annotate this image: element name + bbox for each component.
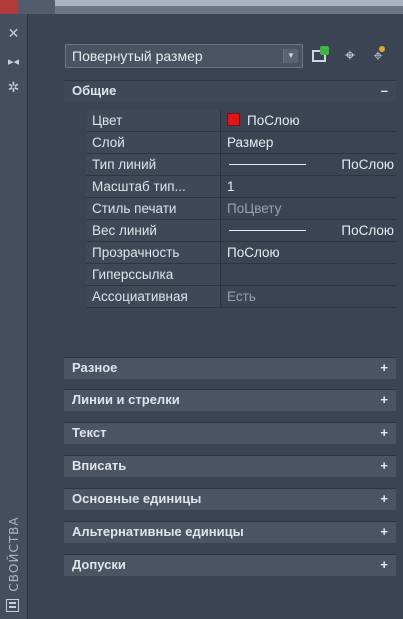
property-value[interactable]: ПоСлою (221, 242, 396, 263)
expand-icon[interactable]: + (380, 489, 388, 509)
linetype-value: ПоСлою (341, 157, 394, 172)
row-indent (64, 110, 86, 360)
property-row-color[interactable]: Цвет ПоСлою (86, 110, 396, 132)
top-strip (0, 0, 403, 14)
palette-menu-icon[interactable] (6, 599, 19, 612)
property-value[interactable]: ПоСлою (221, 154, 396, 175)
section-label: Общие (72, 83, 117, 98)
property-value[interactable]: ПоСлою (221, 220, 396, 241)
object-type-value: Повернутый размер (72, 48, 203, 64)
property-name: Цвет (86, 110, 221, 131)
section-primary-units[interactable]: Основные единицы + (64, 488, 396, 510)
expand-icon[interactable]: + (380, 390, 388, 410)
section-label: Линии и стрелки (72, 392, 180, 407)
property-value: ПоЦвету (227, 201, 282, 216)
collapse-icon[interactable]: – (381, 81, 388, 101)
section-label: Альтернативные единицы (72, 524, 244, 539)
section-label: Вписать (72, 458, 127, 473)
property-value[interactable] (221, 264, 396, 285)
section-label: Допуски (72, 557, 126, 572)
property-name: Слой (86, 132, 221, 153)
section-misc[interactable]: Разное + (64, 357, 396, 379)
section-tolerances[interactable]: Допуски + (64, 554, 396, 576)
property-row-hyperlink[interactable]: Гиперссылка (86, 264, 396, 286)
property-value: Есть (227, 289, 256, 304)
property-name: Гиперссылка (86, 264, 221, 285)
expand-icon[interactable]: + (380, 423, 388, 443)
palette-sidebar: ✕ ▸◂ ✲ СВОЙСТВА (0, 14, 28, 619)
property-value[interactable]: 1 (221, 176, 396, 197)
section-text[interactable]: Текст + (64, 422, 396, 444)
expand-icon[interactable]: + (380, 522, 388, 542)
section-lines-arrows[interactable]: Линии и стрелки + (64, 389, 396, 411)
general-properties-table: Цвет ПоСлою Слой Размер Тип линий ПоСлою… (86, 110, 396, 308)
expand-icon[interactable]: + (380, 555, 388, 575)
select-objects-icon[interactable]: ⌖ (338, 44, 362, 68)
section-label: Основные единицы (72, 491, 202, 506)
close-icon[interactable]: ✕ (0, 26, 27, 42)
property-name: Прозрачность (86, 242, 221, 263)
top-strip-red (0, 0, 18, 14)
property-row-lineweight[interactable]: Вес линий ПоСлою (86, 220, 396, 242)
properties-panel: Повернутый размер ▼ ⌖ ⌖ Общие – Цвет ПоС… (28, 14, 403, 619)
property-name: Стиль печати (86, 198, 221, 219)
property-value[interactable]: ПоСлою (221, 110, 396, 131)
section-label: Текст (72, 425, 107, 440)
property-value[interactable]: Размер (221, 132, 396, 153)
property-name: Вес линий (86, 220, 221, 241)
settings-icon[interactable]: ✲ (0, 80, 27, 96)
property-row-transparency[interactable]: Прозрачность ПоСлою (86, 242, 396, 264)
property-row-plot-style[interactable]: Стиль печати ПоЦвету (86, 198, 396, 220)
palette-title: СВОЙСТВА (7, 516, 21, 592)
property-name: Масштаб тип... (86, 176, 221, 197)
lineweight-preview (229, 230, 306, 231)
object-type-dropdown[interactable]: Повернутый размер ▼ (65, 44, 303, 68)
property-row-linetype[interactable]: Тип линий ПоСлою (86, 154, 396, 176)
property-row-linetype-scale[interactable]: Масштаб тип... 1 (86, 176, 396, 198)
property-name: Ассоциативная (86, 286, 221, 307)
lineweight-value: ПоСлою (341, 223, 394, 238)
auto-hide-icon[interactable]: ▸◂ (0, 54, 27, 70)
color-value: ПоСлою (247, 113, 300, 128)
pickadd-icon[interactable]: ⌖ (366, 44, 390, 68)
linetype-preview (229, 164, 306, 165)
chevron-down-icon[interactable]: ▼ (283, 49, 298, 63)
property-row-associative[interactable]: Ассоциативная Есть (86, 286, 396, 308)
color-swatch (227, 113, 240, 126)
section-label: Разное (72, 360, 118, 375)
property-row-layer[interactable]: Слой Размер (86, 132, 396, 154)
quick-select-icon[interactable] (309, 44, 333, 68)
section-alternate-units[interactable]: Альтернативные единицы + (64, 521, 396, 543)
section-general[interactable]: Общие – (64, 80, 396, 102)
top-strip-dark (55, 6, 403, 14)
expand-icon[interactable]: + (380, 358, 388, 378)
property-name: Тип линий (86, 154, 221, 175)
expand-icon[interactable]: + (380, 456, 388, 476)
section-fit[interactable]: Вписать + (64, 455, 396, 477)
